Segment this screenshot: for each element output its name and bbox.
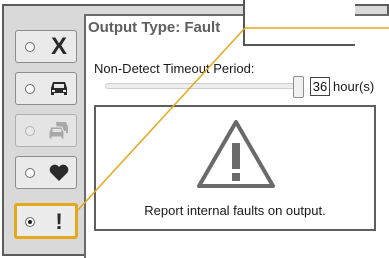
timeout-label: Non-Detect Timeout Period: [94, 61, 255, 76]
timeout-unit-label: hour(s) [333, 79, 375, 94]
timeout-slider-track[interactable] [105, 83, 301, 89]
cars-icon [47, 118, 71, 144]
timeout-slider-thumb[interactable] [293, 76, 304, 98]
output-type-health-button[interactable] [15, 156, 77, 189]
radio-indicator [25, 217, 35, 227]
callout-box [243, 0, 355, 46]
output-type-fault-button[interactable]: ! [14, 203, 78, 239]
radio-indicator [25, 168, 35, 178]
x-icon: X [50, 33, 67, 60]
page-title: Output Type: Fault [88, 19, 221, 36]
exclamation-icon: ! [55, 209, 63, 234]
heart-icon [47, 160, 71, 186]
output-type-none-button[interactable]: X [15, 30, 77, 63]
output-type-vehicle-button[interactable] [15, 72, 77, 105]
output-type-multiple-vehicles-button [15, 114, 77, 147]
radio-indicator [25, 42, 35, 52]
warning-icon [197, 120, 275, 188]
radio-indicator [25, 84, 35, 94]
description-text: Report internal faults on output. [144, 203, 326, 218]
radio-indicator [25, 126, 35, 136]
timeout-hours-input[interactable]: 36 [310, 77, 330, 96]
description-box: Report internal faults on output. [94, 105, 376, 231]
car-icon [47, 76, 71, 102]
